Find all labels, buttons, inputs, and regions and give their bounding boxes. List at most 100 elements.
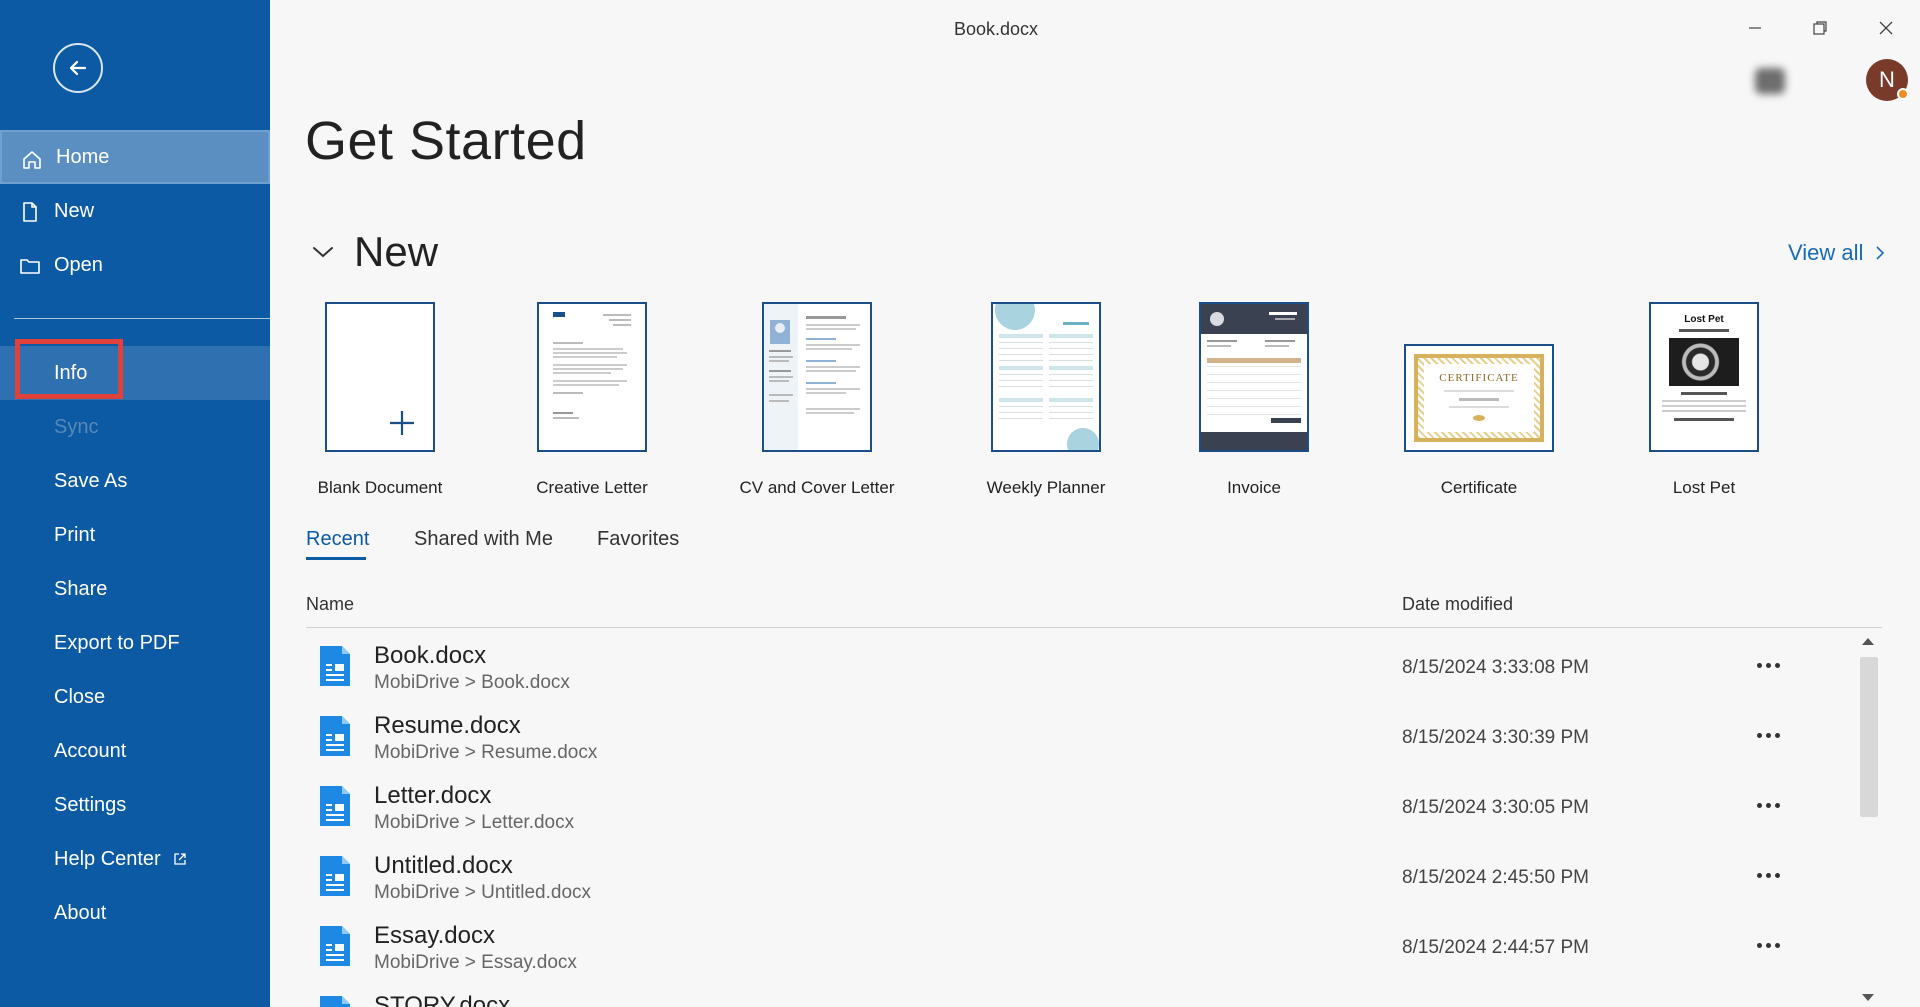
template-creative-letter[interactable]: Creative Letter: [536, 302, 648, 497]
file-path: MobiDrive > Untitled.docx: [374, 882, 592, 903]
view-all-link[interactable]: View all: [1788, 240, 1889, 266]
sidebar-item-about[interactable]: About: [0, 886, 270, 940]
template-gallery: Blank Document Creative Letter CV and Co…: [300, 300, 1800, 497]
table-header-divider: [306, 627, 1882, 628]
table-row[interactable]: Book.docx MobiDrive > Book.docx 8/15/202…: [306, 630, 1856, 700]
table-row[interactable]: STORY.docx: [306, 980, 1856, 1007]
certificate-seal: [1473, 415, 1485, 421]
sidebar-item-open[interactable]: Open: [0, 238, 270, 292]
chevron-down-icon[interactable]: [309, 238, 337, 266]
column-header-name[interactable]: Name: [306, 594, 354, 615]
certificate-line: [1459, 398, 1499, 401]
ellipsis-icon: [1756, 942, 1762, 948]
ellipsis-icon: [1756, 802, 1762, 808]
template-lost-pet[interactable]: Lost Pet Lost Pet: [1649, 302, 1759, 497]
more-options-button[interactable]: [1750, 790, 1786, 820]
section-title-new: New: [354, 228, 439, 275]
active-tab-indicator: [306, 557, 366, 560]
more-options-button[interactable]: [1750, 860, 1786, 890]
maximize-button[interactable]: [1797, 12, 1843, 44]
invoice-preview-graphic: [1201, 304, 1307, 450]
lost-pet-line: [1681, 392, 1727, 395]
sidebar-item-new[interactable]: New: [0, 184, 270, 238]
template-thumbnail: Lost Pet: [1649, 302, 1759, 452]
template-weekly-planner[interactable]: Weekly Planner: [987, 302, 1105, 497]
table-row[interactable]: Letter.docx MobiDrive > Letter.docx 8/15…: [306, 770, 1856, 840]
template-cv-cover-letter[interactable]: CV and Cover Letter: [740, 302, 894, 497]
template-thumbnail: [762, 302, 872, 452]
template-blank-document[interactable]: Blank Document: [318, 302, 442, 497]
ellipsis-icon: [1765, 732, 1771, 738]
scroll-up-arrow-icon[interactable]: [1862, 638, 1874, 645]
column-header-date[interactable]: Date modified: [1402, 594, 1513, 615]
close-window-button[interactable]: [1863, 12, 1909, 44]
sidebar-divider: [14, 318, 270, 319]
docx-file-icon: [320, 786, 350, 826]
ellipsis-icon: [1756, 872, 1762, 878]
plus-icon: [390, 411, 414, 435]
sidebar-item-share[interactable]: Share: [0, 562, 270, 616]
sidebar-item-label: Save As: [54, 469, 128, 492]
file-name: Book.docx: [374, 642, 487, 669]
file-date: 8/15/2024 3:30:05 PM: [1402, 797, 1589, 818]
folder-icon: [20, 259, 40, 274]
scroll-thumb[interactable]: [1860, 657, 1878, 817]
template-thumbnail: CERTIFICATE: [1404, 344, 1554, 452]
file-date: 8/15/2024 2:45:50 PM: [1402, 867, 1589, 888]
sidebar-item-label: New: [54, 199, 95, 222]
ellipsis-icon: [1765, 662, 1771, 668]
tab-favorites[interactable]: Favorites: [597, 528, 679, 561]
table-row[interactable]: Resume.docx MobiDrive > Resume.docx 8/15…: [306, 700, 1856, 770]
new-doc-icon: [23, 202, 37, 222]
sidebar-item-label: Home: [56, 145, 110, 168]
sidebar-item-export-pdf[interactable]: Export to PDF: [0, 616, 270, 670]
status-dot: [1897, 88, 1909, 100]
certificate-inner: CERTIFICATE: [1424, 364, 1534, 432]
ellipsis-icon: [1774, 802, 1780, 808]
blurred-icon[interactable]: [1755, 68, 1785, 94]
certificate-border: CERTIFICATE: [1414, 354, 1544, 442]
sidebar-item-label: Account: [54, 739, 127, 762]
minimize-button[interactable]: [1732, 12, 1778, 44]
sidebar-item-settings[interactable]: Settings: [0, 778, 270, 832]
sidebar-item-help-center[interactable]: Help Center: [0, 832, 270, 886]
file-name: Untitled.docx: [374, 852, 513, 879]
sidebar-item-label: Share: [54, 577, 108, 600]
ellipsis-icon: [1774, 732, 1780, 738]
sidebar-item-home[interactable]: Home: [0, 130, 270, 184]
docx-file-icon: [320, 646, 350, 686]
files-scrollbar[interactable]: [1858, 632, 1880, 1007]
sidebar-item-label: Export to PDF: [54, 631, 180, 654]
sidebar-item-print[interactable]: Print: [0, 508, 270, 562]
sidebar-item-label: Settings: [54, 793, 127, 816]
file-path: MobiDrive > Essay.docx: [374, 952, 577, 973]
file-date: 8/15/2024 3:33:08 PM: [1402, 657, 1589, 678]
view-all-label: View all: [1788, 240, 1864, 265]
avatar-initial: N: [1879, 67, 1895, 92]
docx-file-icon: [320, 996, 350, 1007]
template-thumbnail: [325, 302, 435, 452]
sidebar-item-save-as[interactable]: Save As: [0, 454, 270, 508]
template-invoice[interactable]: Invoice: [1199, 302, 1309, 497]
table-row[interactable]: Essay.docx MobiDrive > Essay.docx 8/15/2…: [306, 910, 1856, 980]
scroll-down-arrow-icon[interactable]: [1862, 994, 1874, 1001]
more-options-button[interactable]: [1750, 930, 1786, 960]
file-path: MobiDrive > Book.docx: [374, 672, 570, 693]
home-icon: [23, 151, 41, 169]
template-label: CV and Cover Letter: [739, 478, 895, 497]
sidebar-item-account[interactable]: Account: [0, 724, 270, 778]
sidebar-item-label: Help Center: [54, 847, 161, 870]
avatar[interactable]: N: [1866, 59, 1909, 101]
info-highlight-box: [15, 339, 123, 399]
cv-preview-graphic: [764, 304, 860, 450]
template-certificate[interactable]: CERTIFICATE Certificate: [1404, 344, 1554, 497]
tab-shared-with-me[interactable]: Shared with Me: [414, 528, 553, 561]
more-options-button[interactable]: [1750, 720, 1786, 750]
table-row[interactable]: Untitled.docx MobiDrive > Untitled.docx …: [306, 840, 1856, 910]
more-options-button[interactable]: [1750, 650, 1786, 680]
certificate-line: [1444, 390, 1514, 392]
chevron-right-icon: [1876, 246, 1885, 260]
sidebar-item-close[interactable]: Close: [0, 670, 270, 724]
template-label: Weekly Planner: [986, 478, 1106, 497]
back-button[interactable]: [53, 43, 103, 93]
